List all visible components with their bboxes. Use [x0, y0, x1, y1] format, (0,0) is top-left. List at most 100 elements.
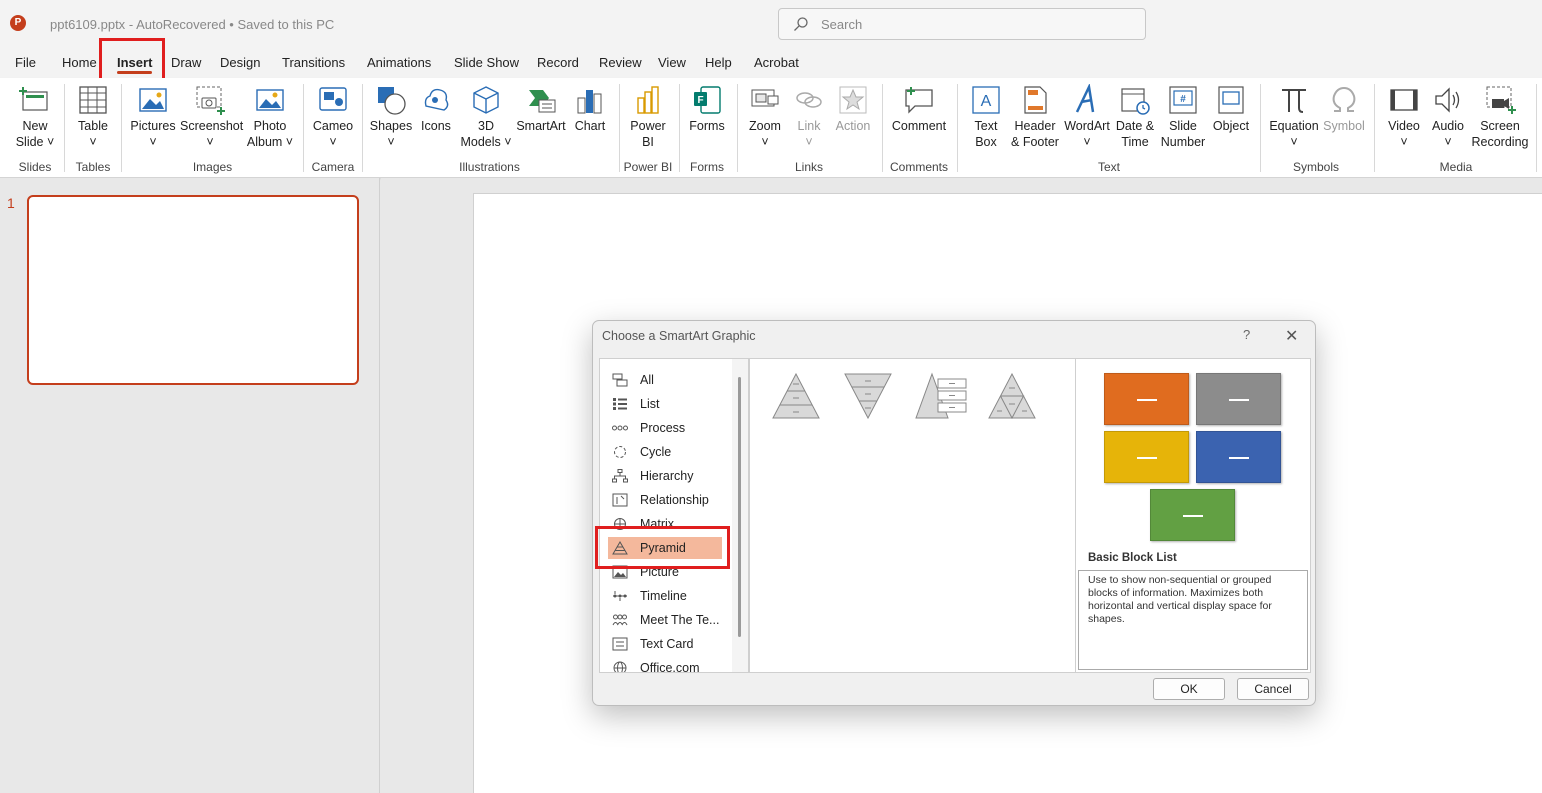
inverted-pyramid-layout[interactable]: [842, 371, 894, 421]
tab-draw[interactable]: Draw: [171, 55, 201, 70]
category-relationship[interactable]: Relationship: [608, 489, 722, 511]
icons-button[interactable]: Icons: [416, 84, 456, 134]
wordart-button[interactable]: WordArt ˅: [1063, 84, 1111, 150]
segmented-pyramid-layout[interactable]: [986, 371, 1038, 421]
group-illustrations-label: Illustrations: [459, 160, 520, 174]
forms-label: Forms: [689, 119, 725, 133]
forms-icon: F: [694, 86, 721, 114]
link-button[interactable]: Link ˅: [790, 84, 828, 150]
date-time-button[interactable]: Date & Time: [1113, 84, 1157, 150]
category-cycle[interactable]: Cycle: [608, 441, 722, 463]
category-all[interactable]: All: [608, 369, 722, 391]
process-category-icon: [612, 425, 628, 431]
text-box-button[interactable]: A Text Box: [965, 84, 1007, 150]
close-button[interactable]: ✕: [1285, 326, 1298, 346]
header-footer-label-2: & Footer: [1011, 135, 1059, 149]
icons-label: Icons: [421, 119, 451, 133]
link-label: Link: [797, 119, 821, 133]
tab-design[interactable]: Design: [220, 55, 260, 70]
text-box-label-2: Box: [975, 135, 997, 149]
smartart-icon: [529, 90, 556, 113]
equation-button[interactable]: Equation ˅: [1266, 84, 1322, 150]
tab-view[interactable]: View: [658, 55, 686, 70]
link-dropdown: ˅: [805, 135, 813, 149]
category-process[interactable]: Process: [608, 417, 722, 439]
table-button[interactable]: Table ˅: [72, 84, 114, 150]
category-meet-the-team[interactable]: Meet The Te...: [608, 609, 722, 631]
screenshot-button[interactable]: Screenshot ˅: [180, 84, 243, 150]
chart-button[interactable]: Chart: [570, 84, 610, 134]
pictures-button[interactable]: Pictures ˅: [130, 84, 176, 150]
group-separator: [1536, 84, 1537, 172]
shapes-button[interactable]: Shapes ˅: [369, 84, 413, 150]
category-list[interactable]: List: [608, 393, 722, 415]
action-star-icon: [839, 86, 867, 114]
pictures-dropdown: ˅: [149, 135, 157, 149]
category-timeline[interactable]: Timeline: [608, 585, 722, 607]
category-office-com[interactable]: Office.com: [608, 657, 722, 672]
preview-block-yellow: [1104, 431, 1189, 483]
action-button[interactable]: Action: [832, 84, 874, 134]
group-links-label: Links: [794, 160, 823, 174]
help-button[interactable]: ?: [1243, 327, 1250, 342]
category-scrollbar-thumb[interactable]: [738, 377, 741, 637]
power-bi-button[interactable]: Power BI: [626, 84, 670, 150]
object-label: Object: [1212, 119, 1250, 133]
category-label: Process: [640, 421, 686, 435]
team-category-icon: [612, 614, 628, 626]
category-text-card[interactable]: Text Card: [608, 633, 722, 655]
tab-slide-show[interactable]: Slide Show: [454, 55, 519, 70]
text-card-category-icon: [612, 637, 628, 651]
photo-album-button[interactable]: Photo Album ˅: [245, 84, 295, 150]
new-slide-button[interactable]: New Slide ˅: [14, 84, 56, 150]
search-box[interactable]: Search: [778, 8, 1146, 40]
zoom-button[interactable]: Zoom ˅: [744, 84, 786, 150]
tab-help[interactable]: Help: [705, 55, 732, 70]
dialog-title: Choose a SmartArt Graphic: [602, 329, 756, 343]
ok-button[interactable]: OK: [1153, 678, 1225, 700]
audio-dropdown: ˅: [1444, 135, 1452, 149]
comment-button[interactable]: Comment: [890, 84, 948, 134]
3d-models-button[interactable]: 3D Models ˅: [459, 84, 513, 150]
header-footer-button[interactable]: Header & Footer: [1010, 84, 1060, 150]
group-tables-label: Tables: [75, 160, 111, 174]
speaker-audio-icon: [1435, 87, 1460, 113]
category-label: Meet The Te...: [640, 613, 720, 627]
title-bar: P ppt6109.pptx - AutoRecovered • Saved t…: [0, 0, 1542, 48]
video-button[interactable]: Video ˅: [1382, 84, 1426, 150]
preview-block-green: [1150, 489, 1235, 541]
group-power-bi-label: Power BI: [623, 160, 673, 174]
powerpoint-app-icon: P: [10, 15, 26, 31]
tab-transitions[interactable]: Transitions: [282, 55, 345, 70]
forms-button[interactable]: F Forms: [686, 84, 728, 134]
group-separator: [121, 84, 122, 172]
tab-animations[interactable]: Animations: [367, 55, 431, 70]
object-button[interactable]: Object: [1209, 84, 1253, 134]
tab-home[interactable]: Home: [62, 55, 97, 70]
group-symbols-label: Symbols: [1292, 160, 1339, 174]
category-hierarchy[interactable]: Hierarchy: [608, 465, 722, 487]
screen-recording-button[interactable]: Screen Recording: [1470, 84, 1530, 150]
pyramid-list-layout[interactable]: [914, 371, 970, 421]
smartart-button[interactable]: SmartArt: [516, 84, 566, 134]
tab-review[interactable]: Review: [599, 55, 642, 70]
cancel-button[interactable]: Cancel: [1237, 678, 1309, 700]
cameo-button[interactable]: Cameo ˅: [310, 84, 356, 150]
preview-block-orange: [1104, 373, 1189, 425]
audio-button[interactable]: Audio ˅: [1428, 84, 1468, 150]
date-time-label-2: Time: [1121, 135, 1149, 149]
wordart-icon: [1075, 84, 1095, 113]
slide-thumbnail[interactable]: [27, 195, 359, 385]
slide-number-button[interactable]: # Slide Number: [1159, 84, 1207, 150]
svg-text:A: A: [981, 93, 992, 110]
comment-icon: [905, 87, 933, 114]
tab-file[interactable]: File: [15, 55, 36, 70]
symbol-button[interactable]: Symbol: [1322, 84, 1366, 134]
group-separator: [64, 84, 65, 172]
category-list: All List Process Cycle Hierarchy Relatio…: [599, 358, 749, 673]
layout-preview-panel: Basic Block List Use to show non-sequent…: [1075, 358, 1311, 673]
symbol-label: Symbol: [1323, 119, 1365, 133]
tab-acrobat[interactable]: Acrobat: [754, 55, 799, 70]
tab-record[interactable]: Record: [537, 55, 579, 70]
basic-pyramid-layout[interactable]: [770, 371, 822, 421]
